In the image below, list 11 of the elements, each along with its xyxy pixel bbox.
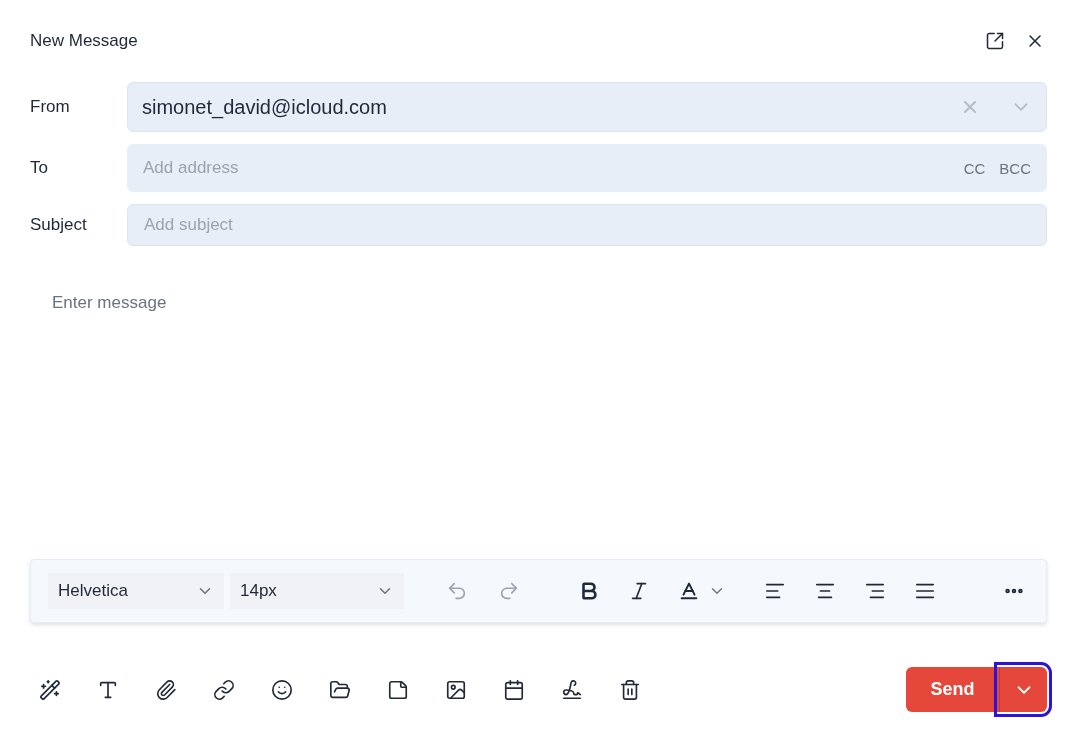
to-label: To: [30, 157, 49, 180]
bcc-link[interactable]: BCC: [999, 158, 1031, 181]
from-label: From: [30, 96, 71, 119]
cc-link[interactable]: CC: [963, 158, 986, 181]
message-field[interactable]: Enter message: [52, 290, 1047, 559]
subject-label: Subject: [30, 214, 88, 237]
font-select[interactable]: Helvetica: [48, 573, 224, 609]
size-select[interactable]: 14px: [230, 573, 404, 609]
send-button[interactable]: Send: [906, 667, 999, 712]
subject-field[interactable]: Add subject: [127, 204, 1047, 246]
window-title: New Message: [30, 30, 138, 53]
